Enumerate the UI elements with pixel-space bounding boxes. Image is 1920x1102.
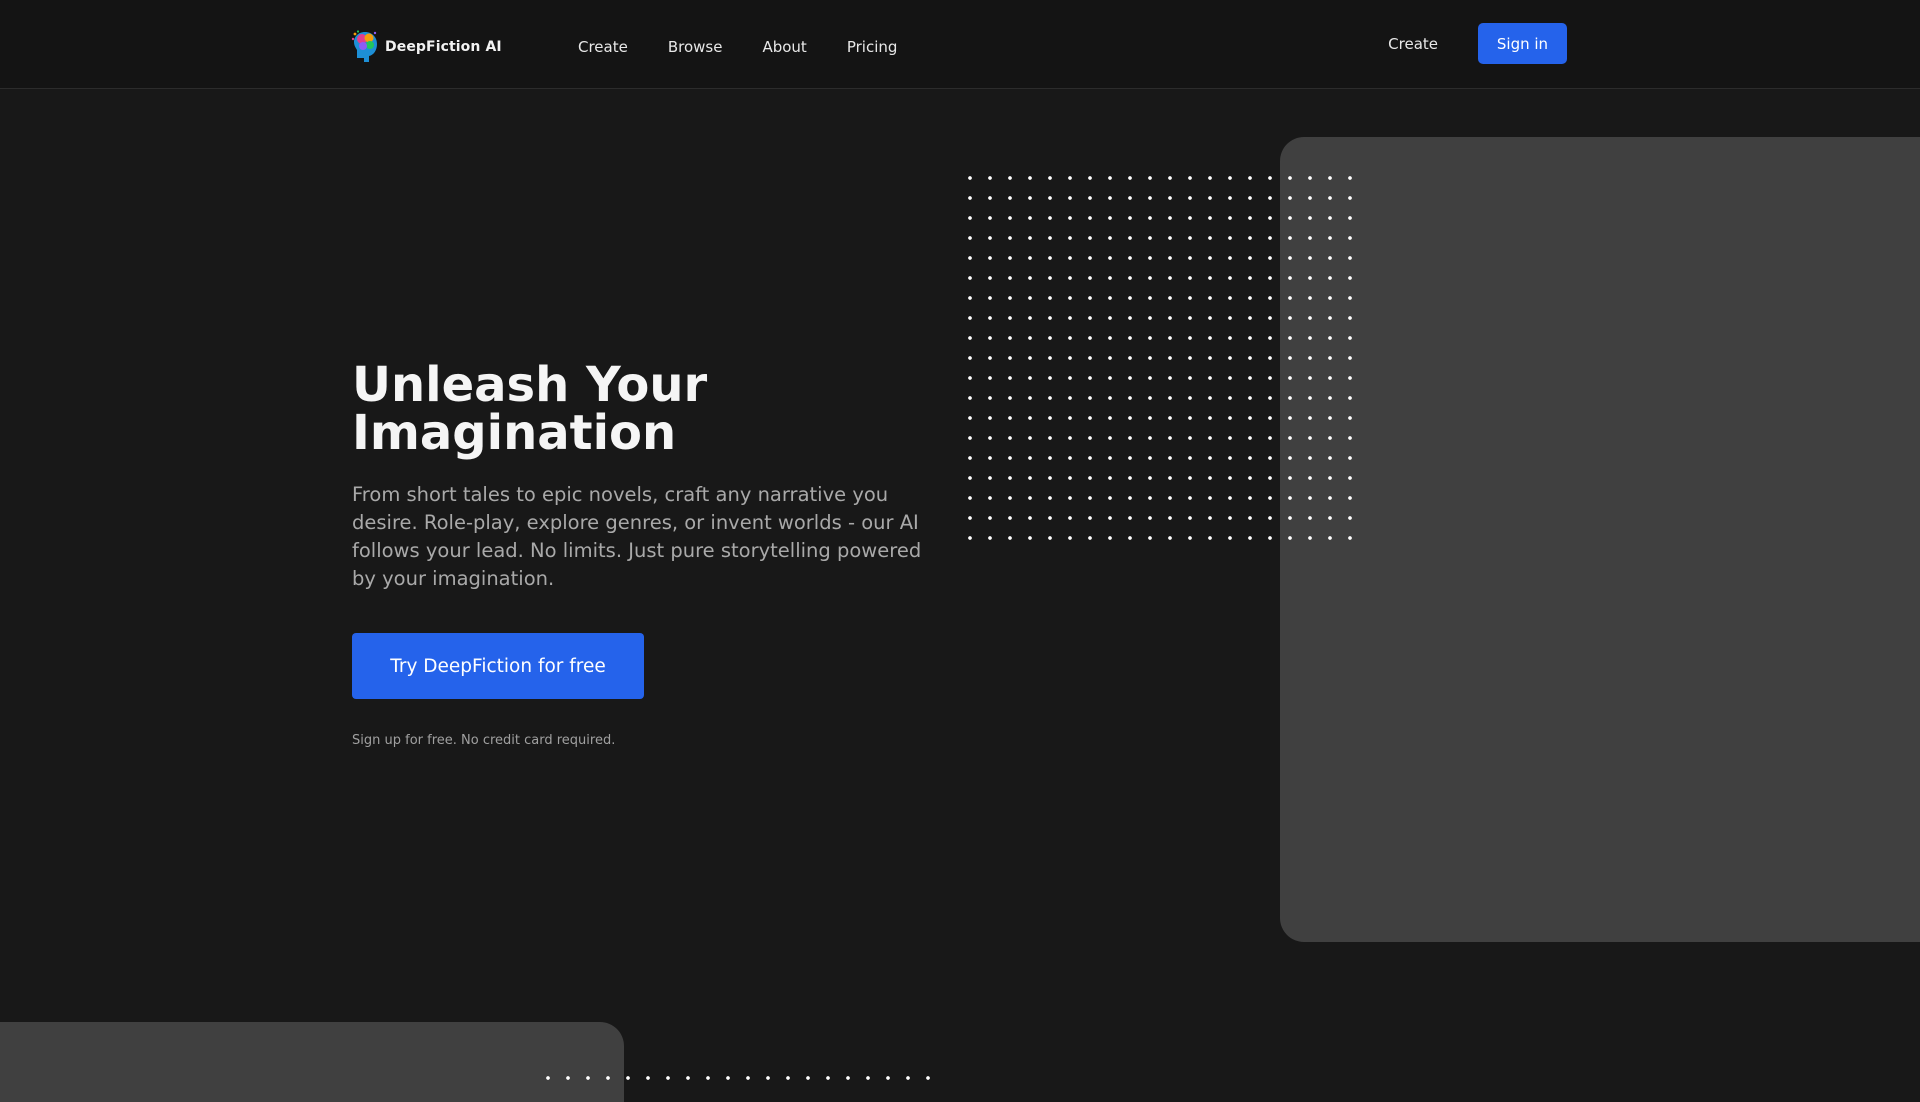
nav-about[interactable]: About bbox=[762, 38, 806, 56]
sign-in-button[interactable]: Sign in bbox=[1478, 23, 1567, 64]
brand-logo[interactable]: DeepFiction AI bbox=[351, 28, 502, 66]
nav-create[interactable]: Create bbox=[578, 38, 628, 56]
brand-name: DeepFiction AI bbox=[385, 39, 502, 55]
nav-pricing[interactable]: Pricing bbox=[847, 38, 898, 56]
hero-title: Unleash Your Imagination bbox=[352, 361, 912, 457]
signup-note: Sign up for free. No credit card require… bbox=[352, 733, 616, 748]
header-actions: Create Sign in bbox=[1388, 23, 1567, 64]
hero-title-line-2: Imagination bbox=[352, 405, 677, 461]
hero-description: From short tales to epic novels, craft a… bbox=[352, 483, 922, 590]
brain-head-icon bbox=[351, 30, 377, 62]
header-create-link[interactable]: Create bbox=[1388, 35, 1438, 53]
nav-browse[interactable]: Browse bbox=[668, 38, 723, 56]
try-free-button[interactable]: Try DeepFiction for free bbox=[352, 633, 644, 699]
main-nav: Create Browse About Pricing bbox=[578, 38, 937, 56]
dot-pattern-bottom bbox=[536, 1066, 946, 1080]
site-header: DeepFiction AI Create Browse About Prici… bbox=[0, 0, 1920, 89]
section-image-panel bbox=[0, 1022, 624, 1102]
dot-pattern-overlay bbox=[1278, 166, 1368, 556]
hero-image-panel bbox=[1280, 137, 1920, 942]
